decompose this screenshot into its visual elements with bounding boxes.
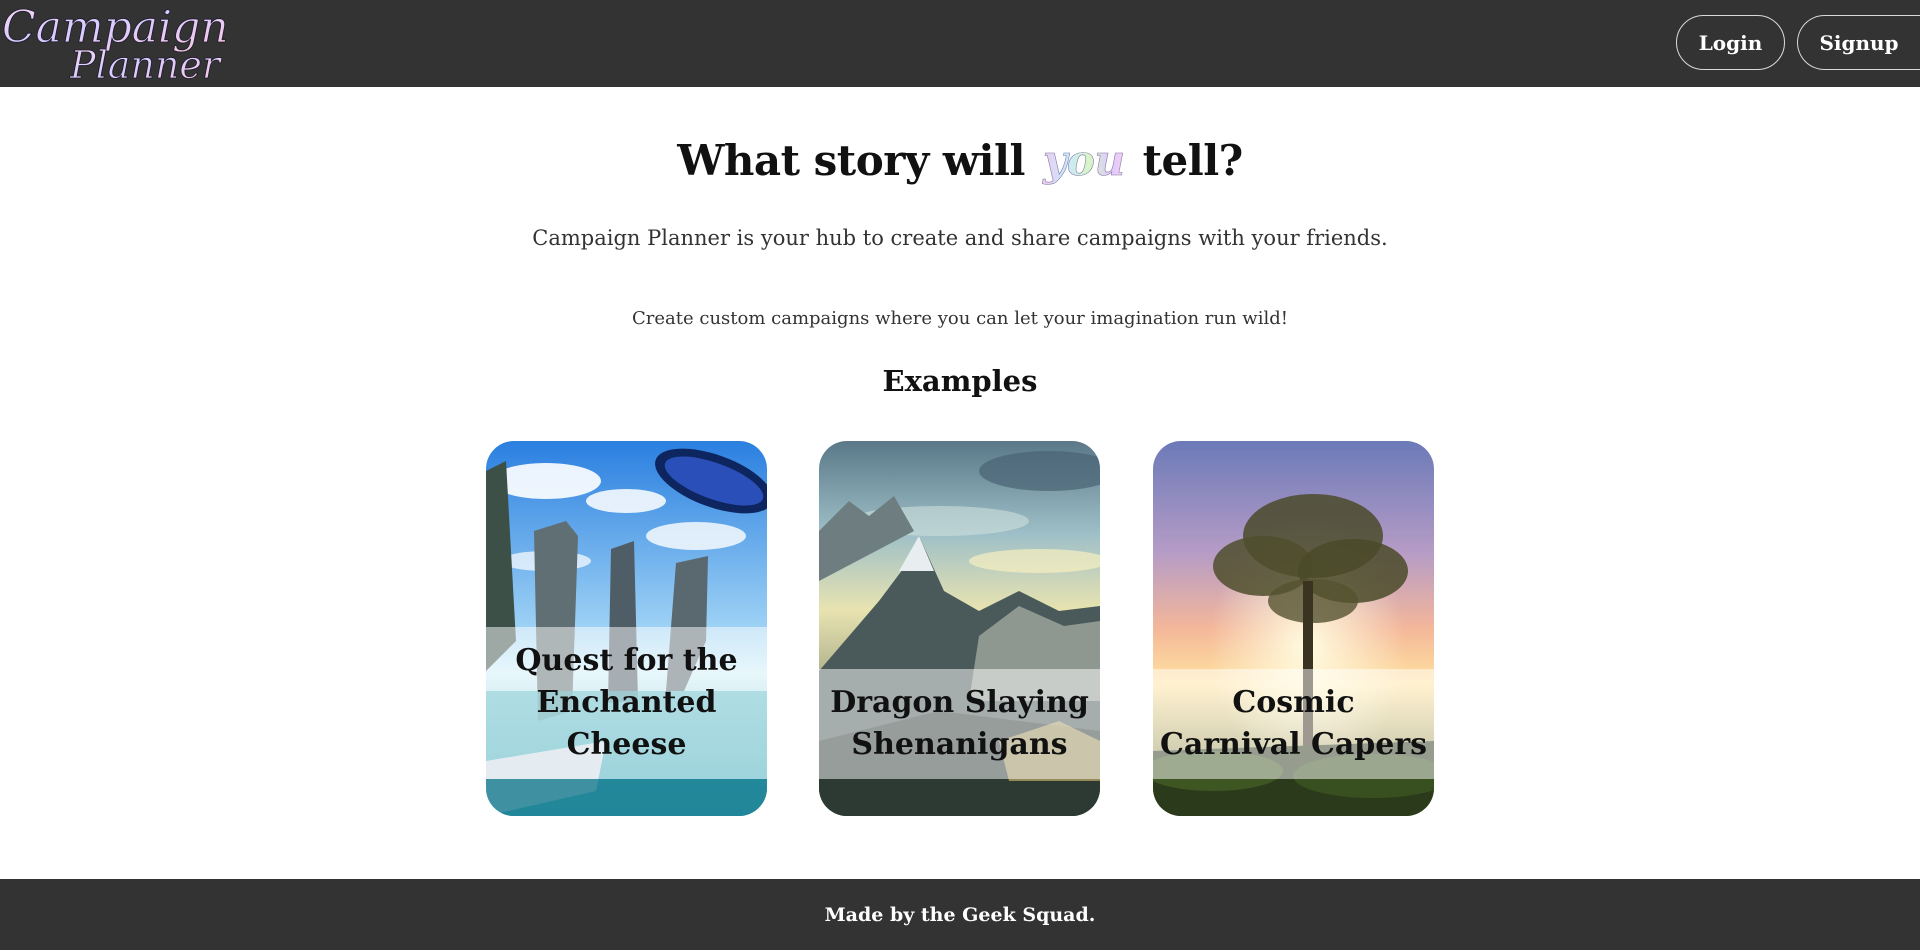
headline-before: What story will <box>677 136 1025 185</box>
hero-subtagline: Create custom campaigns where you can le… <box>632 308 1288 329</box>
example-card-enchanted-cheese[interactable]: Quest for the Enchanted Cheese <box>486 441 767 816</box>
signup-button[interactable]: Signup <box>1797 15 1920 70</box>
page-headline: What story will you tell? <box>0 136 1920 186</box>
example-card-cosmic-carnival[interactable]: Cosmic Carnival Capers <box>1153 441 1434 816</box>
login-button[interactable]: Login <box>1676 15 1785 70</box>
site-header: Campaign Planner Login Signup <box>0 0 1920 87</box>
headline-after: tell? <box>1142 136 1244 185</box>
headline-emphasis: you <box>1039 136 1128 186</box>
card-title-band: Dragon Slaying Shenanigans <box>819 669 1100 779</box>
example-card-dragon-slaying[interactable]: Dragon Slaying Shenanigans <box>819 441 1100 816</box>
examples-heading: Examples <box>882 364 1038 398</box>
hero-tagline: Campaign Planner is your hub to create a… <box>532 226 1388 250</box>
logo-line-2: Planner <box>69 43 223 87</box>
card-title: Dragon Slaying Shenanigans <box>830 685 1089 762</box>
card-title-band: Cosmic Carnival Capers <box>1153 669 1434 779</box>
card-title-band: Quest for the Enchanted Cheese <box>486 627 767 779</box>
card-title: Quest for the Enchanted Cheese <box>515 643 738 762</box>
card-title: Cosmic Carnival Capers <box>1159 685 1428 762</box>
footer-credit: Made by the Geek Squad. <box>824 903 1096 926</box>
site-footer: Made by the Geek Squad. <box>0 879 1920 950</box>
campaign-planner-logo[interactable]: Campaign Planner <box>0 0 235 87</box>
